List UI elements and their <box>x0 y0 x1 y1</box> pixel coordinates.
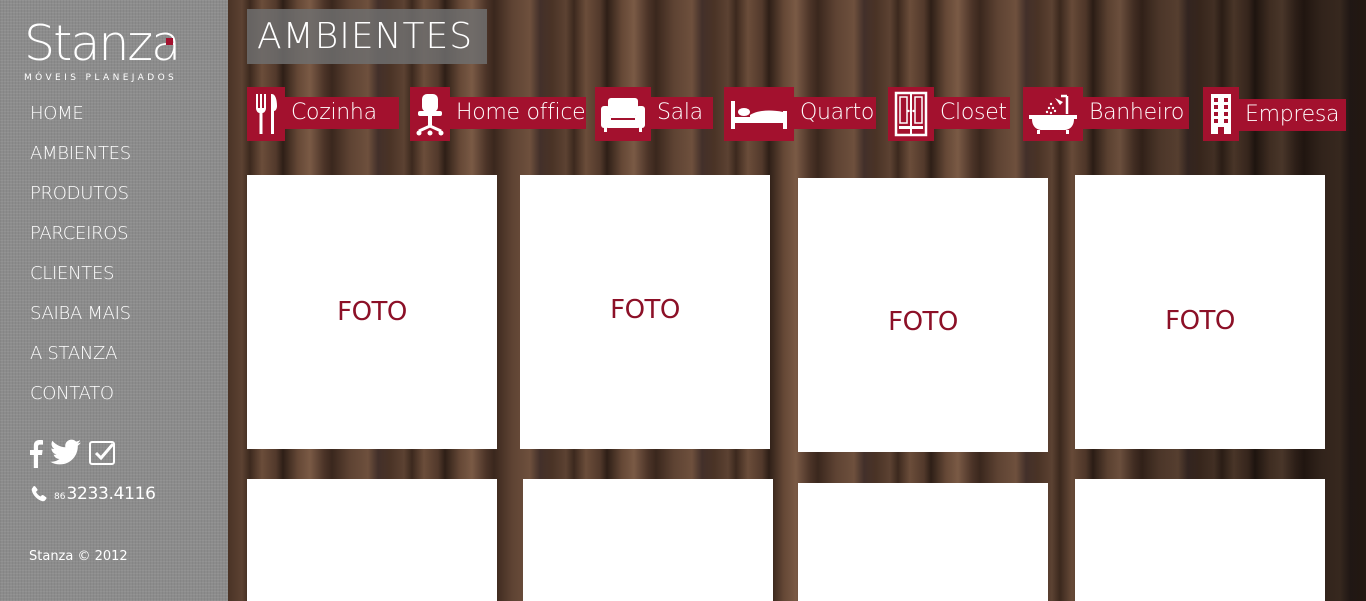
photo-placeholder-label: FOTO <box>1165 306 1235 336</box>
logo-wordmark: Stanza <box>24 15 181 72</box>
nav-item-clientes[interactable]: CLIENTES <box>30 260 131 300</box>
category-home-office[interactable]: Home office <box>410 87 586 141</box>
photo-placeholder-label: FOTO <box>888 307 958 337</box>
photo-tile[interactable] <box>523 479 773 601</box>
page-title: AMBIENTES <box>247 9 487 64</box>
category-quarto[interactable]: Quarto <box>724 87 876 141</box>
category-label: Quarto <box>794 97 876 129</box>
category-label: Home office <box>450 97 586 129</box>
cutlery-icon <box>247 87 285 141</box>
phone-area-code: 86 <box>54 492 66 502</box>
category-label: Closet <box>934 97 1010 129</box>
phone-contact[interactable]: 86 3233.4116 <box>30 484 156 504</box>
photo-tile[interactable]: FOTO <box>1075 175 1325 449</box>
social-links <box>28 438 118 468</box>
nav-item-contato[interactable]: CONTATO <box>30 380 131 420</box>
nav-item-a-stanza[interactable]: A STANZA <box>30 340 131 380</box>
category-empresa[interactable]: Empresa <box>1203 87 1346 141</box>
category-sala[interactable]: Sala <box>595 87 713 141</box>
logo-accent-mark <box>166 38 173 45</box>
photo-tile[interactable]: FOTO <box>520 175 770 449</box>
nav-item-produtos[interactable]: PRODUTOS <box>30 180 131 220</box>
photo-tile[interactable]: FOTO <box>798 178 1048 452</box>
copyright: Stanza © 2012 <box>29 549 128 564</box>
stanza-logo[interactable]: Stanza MÓVEIS PLANEJADOS <box>24 16 200 86</box>
photo-tile[interactable]: FOTO <box>247 175 497 449</box>
photo-tile[interactable] <box>1075 479 1325 601</box>
nav-item-parceiros[interactable]: PARCEIROS <box>30 220 131 260</box>
content-area: AMBIENTES Cozinha Home office Sala Quart… <box>228 0 1366 601</box>
logo-tagline: MÓVEIS PLANEJADOS <box>24 73 178 83</box>
office-chair-icon <box>410 87 450 141</box>
sidebar: Stanza MÓVEIS PLANEJADOS HOME AMBIENTES … <box>0 0 228 601</box>
twitter-icon[interactable] <box>50 439 82 467</box>
category-label: Banheiro <box>1083 97 1189 129</box>
category-label: Sala <box>651 97 713 129</box>
category-cozinha[interactable]: Cozinha <box>247 87 399 141</box>
main-nav: HOME AMBIENTES PRODUTOS PARCEIROS CLIENT… <box>30 100 131 420</box>
category-banheiro[interactable]: Banheiro <box>1023 87 1189 141</box>
bathtub-icon <box>1023 87 1083 141</box>
category-closet[interactable]: Closet <box>888 87 1010 141</box>
photo-placeholder-label: FOTO <box>610 295 680 325</box>
bed-icon <box>724 87 794 141</box>
nav-item-saiba-mais[interactable]: SAIBA MAIS <box>30 300 131 340</box>
facebook-icon[interactable] <box>28 438 44 468</box>
phone-number: 3233.4116 <box>66 484 156 504</box>
nav-item-home[interactable]: HOME <box>30 100 131 140</box>
phone-icon <box>31 485 47 502</box>
photo-tile[interactable] <box>247 479 497 601</box>
photo-placeholder-label: FOTO <box>337 297 407 327</box>
wardrobe-icon <box>888 87 934 141</box>
category-label: Empresa <box>1239 99 1346 131</box>
nav-item-ambientes[interactable]: AMBIENTES <box>30 140 131 180</box>
armchair-icon <box>595 87 651 141</box>
photo-tile[interactable] <box>798 483 1048 601</box>
foursquare-icon[interactable] <box>88 438 118 468</box>
category-label: Cozinha <box>285 97 399 129</box>
building-icon <box>1203 87 1239 141</box>
